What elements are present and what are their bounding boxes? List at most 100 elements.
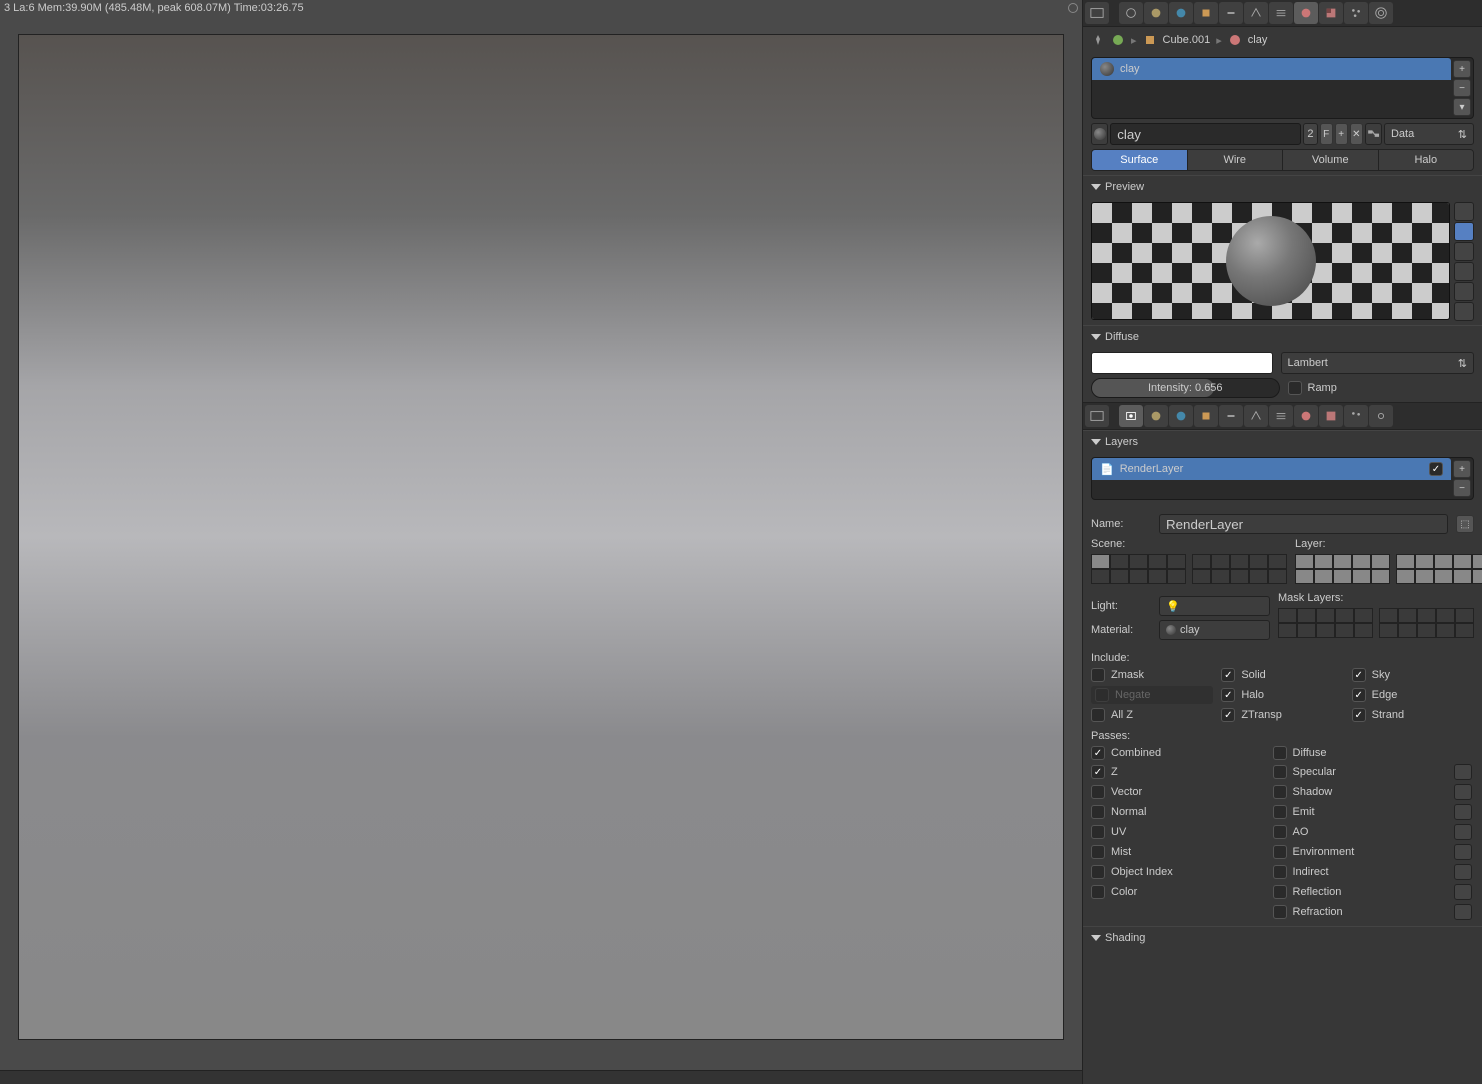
preview-flat-button[interactable] <box>1454 202 1474 221</box>
diffuse-model-select[interactable]: Lambert ⇅ <box>1281 352 1475 374</box>
render-layer-item[interactable]: 📄 RenderLayer <box>1092 458 1451 480</box>
ztransp-checkbox[interactable] <box>1221 708 1235 722</box>
shading-panel-header[interactable]: Shading <box>1083 926 1482 949</box>
add-slot-button[interactable]: + <box>1453 60 1471 78</box>
tab-world-icon[interactable] <box>1169 2 1193 24</box>
specular-exclude-button[interactable] <box>1454 764 1472 780</box>
diffuse-pass-checkbox[interactable] <box>1273 746 1287 760</box>
emit-exclude-button[interactable] <box>1454 804 1472 820</box>
combined-checkbox[interactable] <box>1091 746 1105 760</box>
uv-checkbox[interactable] <box>1091 825 1105 839</box>
layer-layers-grid[interactable] <box>1295 554 1482 584</box>
material-override-input[interactable]: clay <box>1159 620 1270 640</box>
reflection-checkbox[interactable] <box>1273 885 1287 899</box>
material-name-input[interactable] <box>1110 123 1301 145</box>
tab-data-icon[interactable] <box>1269 2 1293 24</box>
tab-material-icon[interactable] <box>1294 405 1318 427</box>
pin-icon[interactable] <box>1091 33 1105 47</box>
tab-constraints-icon[interactable] <box>1219 405 1243 427</box>
diffuse-color[interactable] <box>1091 352 1273 374</box>
tab-render-icon[interactable] <box>1119 2 1143 24</box>
tab-scene-icon[interactable] <box>1144 2 1168 24</box>
tab-particles-icon[interactable] <box>1344 2 1368 24</box>
tab-window-icon[interactable] <box>1085 2 1109 24</box>
indirect-checkbox[interactable] <box>1273 865 1287 879</box>
fake-user-button[interactable]: F <box>1320 123 1333 145</box>
environment-exclude-button[interactable] <box>1454 844 1472 860</box>
remove-layer-button[interactable]: − <box>1453 479 1471 497</box>
allz-checkbox[interactable] <box>1091 708 1105 722</box>
tab-physics-icon[interactable] <box>1369 2 1393 24</box>
tab-object-icon[interactable] <box>1194 2 1218 24</box>
ramp-checkbox[interactable] <box>1288 381 1302 395</box>
shadow-exclude-button[interactable] <box>1454 784 1472 800</box>
strand-checkbox[interactable] <box>1352 708 1366 722</box>
preview-spheresky-button[interactable] <box>1454 302 1474 321</box>
refraction-checkbox[interactable] <box>1273 905 1287 919</box>
tab-texture-icon[interactable] <box>1319 2 1343 24</box>
tab-particles-icon[interactable] <box>1344 405 1368 427</box>
tab-material-icon[interactable] <box>1294 2 1318 24</box>
tab-halo[interactable]: Halo <box>1379 150 1474 170</box>
reflection-exclude-button[interactable] <box>1454 884 1472 900</box>
breadcrumb-material[interactable]: clay <box>1248 34 1268 46</box>
ao-checkbox[interactable] <box>1273 825 1287 839</box>
emit-checkbox[interactable] <box>1273 805 1287 819</box>
preview-monkey-button[interactable] <box>1454 262 1474 281</box>
refraction-exclude-button[interactable] <box>1454 904 1472 920</box>
preview-cube-button[interactable] <box>1454 242 1474 261</box>
browse-material-button[interactable] <box>1091 123 1108 145</box>
ao-exclude-button[interactable] <box>1454 824 1472 840</box>
preview-sphere-button[interactable] <box>1454 222 1474 241</box>
tab-modifiers-icon[interactable] <box>1244 405 1268 427</box>
node-toggle-button[interactable] <box>1365 123 1382 145</box>
tab-object-icon[interactable] <box>1194 405 1218 427</box>
tab-constraints-icon[interactable] <box>1219 2 1243 24</box>
render-viewport[interactable] <box>0 16 1082 1070</box>
add-layer-button[interactable]: + <box>1453 460 1471 478</box>
objectindex-checkbox[interactable] <box>1091 865 1105 879</box>
tab-physics-icon[interactable] <box>1369 405 1393 427</box>
z-checkbox[interactable] <box>1091 765 1105 779</box>
slot-menu-button[interactable]: ▾ <box>1453 98 1471 116</box>
tab-texture-icon[interactable] <box>1319 405 1343 427</box>
tab-window-icon[interactable] <box>1085 405 1109 427</box>
material-slot-item[interactable]: clay <box>1092 58 1451 80</box>
light-override-input[interactable]: 💡 <box>1159 596 1270 616</box>
tab-surface[interactable]: Surface <box>1092 150 1188 170</box>
tab-volume[interactable]: Volume <box>1283 150 1379 170</box>
diffuse-intensity-slider[interactable]: Intensity: 0.656 <box>1091 378 1280 398</box>
window-close-icon[interactable] <box>1068 3 1078 13</box>
single-layer-button[interactable]: ⬚ <box>1456 515 1474 533</box>
color-checkbox[interactable] <box>1091 885 1105 899</box>
tab-modifiers-icon[interactable] <box>1244 2 1268 24</box>
layers-panel-header[interactable]: Layers <box>1083 430 1482 453</box>
material-users[interactable]: 2 <box>1303 123 1317 145</box>
tab-world-icon[interactable] <box>1169 405 1193 427</box>
indirect-exclude-button[interactable] <box>1454 864 1472 880</box>
breadcrumb-object[interactable]: Cube.001 <box>1163 34 1211 46</box>
context-icon[interactable] <box>1111 33 1125 47</box>
sky-checkbox[interactable] <box>1352 668 1366 682</box>
tab-data-icon[interactable] <box>1269 405 1293 427</box>
render-layer-enable-checkbox[interactable] <box>1429 462 1443 476</box>
zmask-checkbox[interactable] <box>1091 668 1105 682</box>
specular-checkbox[interactable] <box>1273 765 1287 779</box>
layer-name-input[interactable] <box>1159 514 1448 534</box>
preview-panel-header[interactable]: Preview <box>1083 175 1482 198</box>
unlink-material-button[interactable]: ✕ <box>1350 123 1363 145</box>
environment-checkbox[interactable] <box>1273 845 1287 859</box>
remove-slot-button[interactable]: − <box>1453 79 1471 97</box>
normal-checkbox[interactable] <box>1091 805 1105 819</box>
vector-checkbox[interactable] <box>1091 785 1105 799</box>
halo-checkbox[interactable] <box>1221 688 1235 702</box>
new-material-button[interactable]: + <box>1335 123 1348 145</box>
mask-layers-grid[interactable] <box>1278 608 1474 638</box>
shadow-checkbox[interactable] <box>1273 785 1287 799</box>
preview-hair-button[interactable] <box>1454 282 1474 301</box>
solid-checkbox[interactable] <box>1221 668 1235 682</box>
tab-render-icon[interactable] <box>1119 405 1143 427</box>
tab-wire[interactable]: Wire <box>1188 150 1284 170</box>
tab-scene-icon[interactable] <box>1144 405 1168 427</box>
scene-layers-grid[interactable] <box>1091 554 1287 584</box>
